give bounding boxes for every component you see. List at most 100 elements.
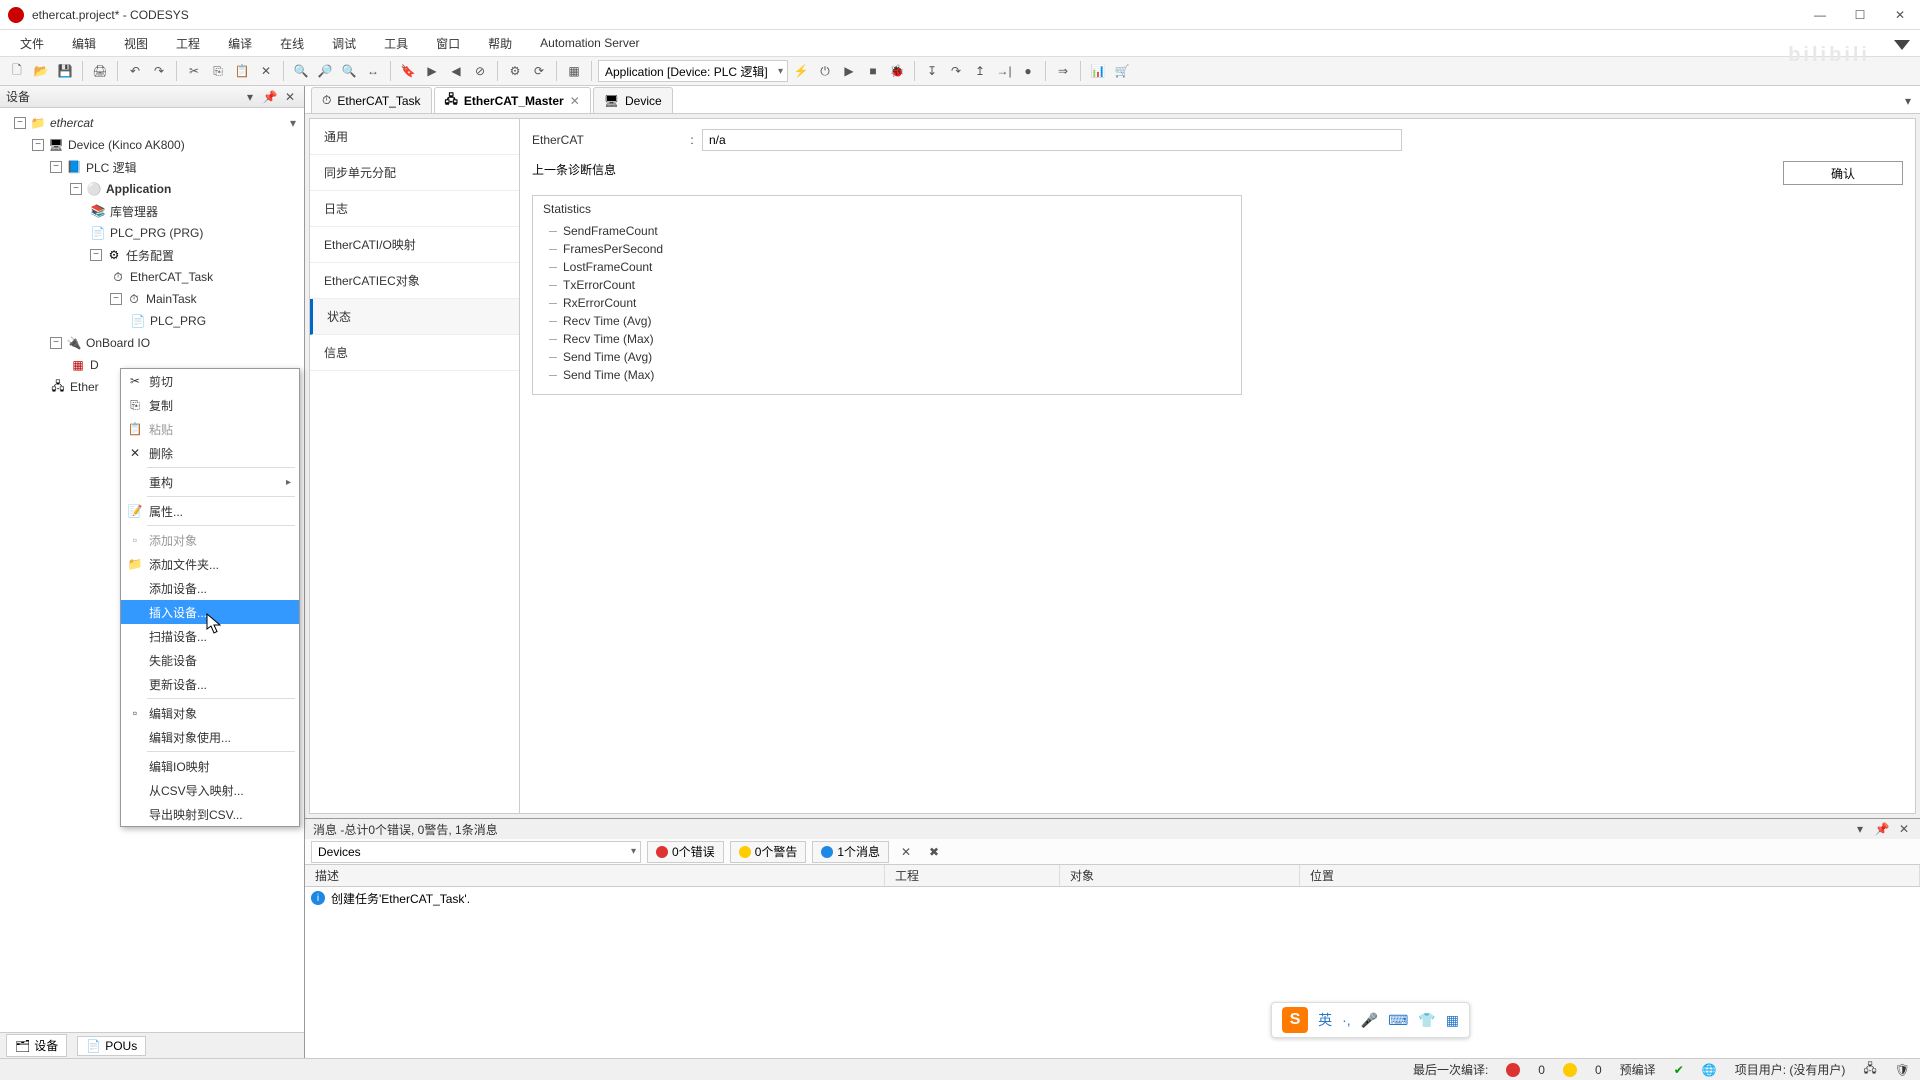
tab-overflow-icon[interactable]: ▾ bbox=[1896, 89, 1920, 113]
tree-plcprg[interactable]: 📄 PLC_PRG (PRG) bbox=[2, 222, 302, 244]
server-icon[interactable]: 🖧 bbox=[1863, 1059, 1876, 1080]
tree-device[interactable]: − 🖥 Device (Kinco AK800) bbox=[2, 134, 302, 156]
tree-toggle-icon[interactable]: − bbox=[50, 337, 62, 349]
ctx-copy[interactable]: ⎘复制 bbox=[121, 393, 299, 417]
find-icon[interactable]: 🔍 bbox=[290, 60, 312, 82]
nav-general[interactable]: 通用 bbox=[310, 119, 519, 155]
redo-icon[interactable]: ↷ bbox=[148, 60, 170, 82]
ctx-cut[interactable]: ✂剪切 bbox=[121, 369, 299, 393]
ime-keyboard-icon[interactable]: ⌨ bbox=[1388, 1012, 1408, 1029]
cut-icon[interactable]: ✂ bbox=[183, 60, 205, 82]
errors-filter[interactable]: 0个错误 bbox=[647, 841, 724, 863]
cart-icon[interactable]: 🛒 bbox=[1111, 60, 1133, 82]
menu-build[interactable]: 编译 bbox=[218, 31, 262, 56]
nav-sync[interactable]: 同步单元分配 bbox=[310, 155, 519, 191]
menu-file[interactable]: 文件 bbox=[10, 31, 54, 56]
window-icon[interactable]: ▦ bbox=[563, 60, 585, 82]
ctx-add-device[interactable]: 添加设备... bbox=[121, 576, 299, 600]
find-next-icon[interactable]: 🔎 bbox=[314, 60, 336, 82]
minimize-button[interactable]: — bbox=[1808, 3, 1832, 27]
save-icon[interactable]: 💾 bbox=[54, 60, 76, 82]
bookmark-next-icon[interactable]: ▶ bbox=[421, 60, 443, 82]
panel-dropdown-icon[interactable]: ▾ bbox=[242, 89, 258, 105]
application-combo[interactable]: Application [Device: PLC 逻辑] bbox=[598, 60, 788, 82]
rebuild-icon[interactable]: ⟳ bbox=[528, 60, 550, 82]
bookmark-prev-icon[interactable]: ◀ bbox=[445, 60, 467, 82]
tree-root[interactable]: − 📁 ethercat ▾ bbox=[2, 112, 302, 134]
nav-status[interactable]: 状态 bbox=[310, 299, 519, 335]
tab-ethercat-task[interactable]: ⏱ EtherCAT_Task bbox=[311, 87, 432, 113]
tree-application[interactable]: − ⚪ Application bbox=[2, 178, 302, 200]
tree-toggle-icon[interactable]: − bbox=[14, 117, 26, 129]
tree-plc[interactable]: − 📘 PLC 逻辑 bbox=[2, 156, 302, 178]
ime-lang[interactable]: 英 bbox=[1318, 1010, 1332, 1030]
ctx-edit-obj[interactable]: ▫编辑对象 bbox=[121, 701, 299, 725]
ethercat-value-input[interactable]: n/a bbox=[702, 129, 1402, 151]
warnings-filter[interactable]: 0个警告 bbox=[730, 841, 807, 863]
ime-mic-icon[interactable]: 🎤 bbox=[1361, 1012, 1378, 1029]
paste-icon[interactable]: 📋 bbox=[231, 60, 253, 82]
bookmark-clear-icon[interactable]: ⊘ bbox=[469, 60, 491, 82]
nav-iec[interactable]: EtherCATIEC对象 bbox=[310, 263, 519, 299]
new-icon[interactable]: 🗋 bbox=[6, 60, 28, 82]
logout-icon[interactable]: ⏻ bbox=[814, 60, 836, 82]
ctx-update-device[interactable]: 更新设备... bbox=[121, 672, 299, 696]
ctx-edit-obj-use[interactable]: 编辑对象使用... bbox=[121, 725, 299, 749]
col-object[interactable]: 对象 bbox=[1060, 865, 1300, 886]
ime-grid-icon[interactable]: ▦ bbox=[1446, 1012, 1459, 1029]
menu-help[interactable]: 帮助 bbox=[478, 31, 522, 56]
tab-devices[interactable]: 🗂设备 bbox=[6, 1034, 67, 1057]
step-over-icon[interactable]: ↷ bbox=[945, 60, 967, 82]
panel-pin-icon[interactable]: 📌 bbox=[1874, 821, 1890, 837]
ctx-properties[interactable]: 📝属性... bbox=[121, 499, 299, 523]
tree-toggle-icon[interactable]: − bbox=[90, 249, 102, 261]
ctx-delete[interactable]: ✕删除 bbox=[121, 441, 299, 465]
menu-tools[interactable]: 工具 bbox=[374, 31, 418, 56]
tree-toggle-icon[interactable]: − bbox=[32, 139, 44, 151]
menu-online[interactable]: 在线 bbox=[270, 31, 314, 56]
ctx-scan-device[interactable]: 扫描设备... bbox=[121, 624, 299, 648]
tab-ethercat-master[interactable]: 🖧 EtherCAT_Master ✕ bbox=[434, 87, 591, 113]
step-into-icon[interactable]: ↧ bbox=[921, 60, 943, 82]
tree-toggle-icon[interactable]: − bbox=[50, 161, 62, 173]
ctx-insert-device[interactable]: 插入设备... bbox=[121, 600, 299, 624]
tree-toggle-icon[interactable]: − bbox=[70, 183, 82, 195]
col-description[interactable]: 描述 bbox=[305, 865, 885, 886]
menu-view[interactable]: 视图 bbox=[114, 31, 158, 56]
print-icon[interactable]: 🖨 bbox=[89, 60, 111, 82]
find-prev-icon[interactable]: 🔍 bbox=[338, 60, 360, 82]
ctx-add-folder[interactable]: 📁添加文件夹... bbox=[121, 552, 299, 576]
message-row[interactable]: i 创建任务'EtherCAT_Task'. bbox=[305, 887, 1920, 909]
ime-toolbar[interactable]: S 英 ·, 🎤 ⌨ 👕 ▦ bbox=[1271, 1002, 1470, 1038]
panel-dropdown-icon[interactable]: ▾ bbox=[1852, 821, 1868, 837]
tree-plcprg2[interactable]: 📄 PLC_PRG bbox=[2, 310, 302, 332]
delete-icon[interactable]: ✕ bbox=[255, 60, 277, 82]
breakpoint-icon[interactable]: ● bbox=[1017, 60, 1039, 82]
tab-close-icon[interactable]: ✕ bbox=[570, 94, 580, 108]
menu-automation-server[interactable]: Automation Server bbox=[530, 32, 649, 54]
nav-log[interactable]: 日志 bbox=[310, 191, 519, 227]
ctx-paste[interactable]: 📋粘贴 bbox=[121, 417, 299, 441]
ctx-import-csv[interactable]: 从CSV导入映射... bbox=[121, 778, 299, 802]
ctx-export-csv[interactable]: 导出映射到CSV... bbox=[121, 802, 299, 826]
ctx-add-obj[interactable]: ▫添加对象 bbox=[121, 528, 299, 552]
tree-maintask[interactable]: − ⏱ MainTask bbox=[2, 288, 302, 310]
panel-pin-icon[interactable]: 📌 bbox=[262, 89, 278, 105]
ctx-edit-io[interactable]: 编辑IO映射 bbox=[121, 754, 299, 778]
world-icon[interactable]: 🌐 bbox=[1702, 1063, 1717, 1077]
tab-pous[interactable]: 📄POUs bbox=[77, 1036, 146, 1056]
build-icon[interactable]: ⚙ bbox=[504, 60, 526, 82]
tree-ethercat-task[interactable]: ⏱ EtherCAT_Task bbox=[2, 266, 302, 288]
messages-category-combo[interactable]: Devices bbox=[311, 841, 641, 863]
start-icon[interactable]: ▶ bbox=[838, 60, 860, 82]
debug-icon[interactable]: 🐞 bbox=[886, 60, 908, 82]
tree-lib[interactable]: 📚 库管理器 bbox=[2, 200, 302, 222]
infos-filter[interactable]: 1个消息 bbox=[812, 841, 889, 863]
tree-row-dropdown-icon[interactable]: ▾ bbox=[290, 116, 296, 130]
shelf-icon[interactable]: 📊 bbox=[1087, 60, 1109, 82]
undo-icon[interactable]: ↶ bbox=[124, 60, 146, 82]
tree-onboard[interactable]: − 🔌 OnBoard IO bbox=[2, 332, 302, 354]
menu-window[interactable]: 窗口 bbox=[426, 31, 470, 56]
menu-edit[interactable]: 编辑 bbox=[62, 31, 106, 56]
ime-punct[interactable]: ·, bbox=[1342, 1012, 1351, 1028]
